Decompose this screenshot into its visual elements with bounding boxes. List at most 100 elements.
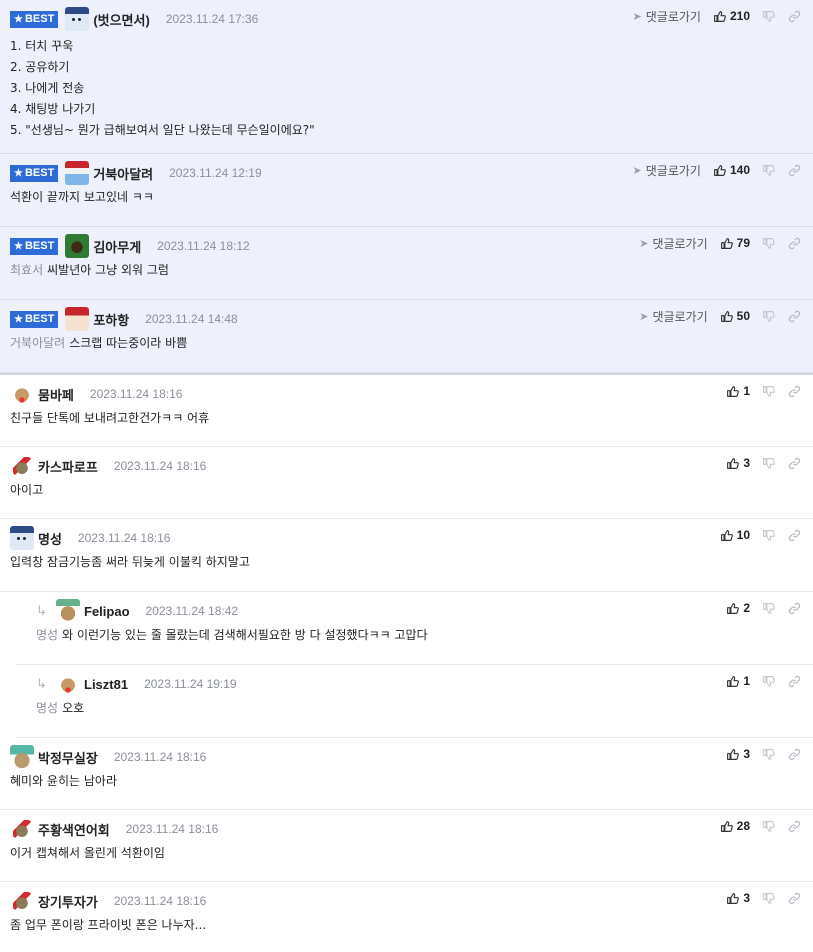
- nickname[interactable]: 명성: [38, 529, 62, 548]
- timestamp: 2023.11.24 19:19: [144, 677, 237, 691]
- reindeer-avatar[interactable]: [10, 382, 34, 406]
- mention-link[interactable]: 명성: [36, 628, 58, 642]
- reply-arrow-icon: ↳: [36, 603, 47, 619]
- comment-actions: 10: [720, 526, 801, 544]
- dislike-button[interactable]: [762, 820, 775, 833]
- comment-header: ★ BEST 거북아달려 2023.11.24 12:19: [10, 160, 262, 186]
- copy-link-button[interactable]: [788, 310, 801, 323]
- nickname[interactable]: Felipao: [84, 604, 130, 619]
- like-button[interactable]: 79: [720, 236, 750, 250]
- like-button[interactable]: 3: [726, 747, 750, 761]
- thumbs-down-icon: [762, 10, 775, 23]
- comment-body: 아이고: [10, 480, 43, 501]
- like-button[interactable]: 28: [720, 819, 750, 833]
- dislike-button[interactable]: [762, 164, 775, 177]
- copy-link-button[interactable]: [788, 164, 801, 177]
- mention-link[interactable]: 명성: [36, 701, 58, 715]
- dislike-button[interactable]: [762, 602, 775, 615]
- best-label: BEST: [24, 313, 55, 325]
- copy-link-button[interactable]: [788, 602, 801, 615]
- timestamp: 2023.11.24 14:48: [145, 312, 238, 326]
- nickname[interactable]: 장기투자가: [38, 892, 98, 911]
- comment-line: 석환이 끝까지 보고있네 ㅋㅋ: [10, 187, 154, 208]
- dislike-button[interactable]: [762, 529, 775, 542]
- like-button[interactable]: 1: [726, 674, 750, 688]
- comment-line: 거북아달려 스크랩 따는중이라 바쁨: [10, 333, 187, 354]
- link-icon: [788, 457, 801, 470]
- comment-text: 5. "선생님~ 뭔가 급해보여서 일단 나왔는데 무슨일이에요?": [10, 123, 315, 137]
- like-button[interactable]: 50: [720, 309, 750, 323]
- like-button[interactable]: 210: [713, 9, 750, 23]
- thumbs-up-icon: [720, 529, 733, 542]
- comment-actions: 28: [720, 817, 801, 835]
- nickname[interactable]: 거북아달려: [93, 164, 153, 183]
- link-icon: [788, 10, 801, 23]
- nickname[interactable]: 주황색연어회: [38, 820, 110, 839]
- nickname[interactable]: 김아무게: [93, 237, 141, 256]
- nickname[interactable]: (벗으면서): [93, 10, 150, 29]
- mention-link[interactable]: 최효서: [10, 263, 43, 277]
- comment-header: 박정무실장 2023.11.24 18:16: [10, 744, 206, 770]
- green-dog-avatar[interactable]: [65, 234, 90, 258]
- dislike-button[interactable]: [762, 748, 775, 761]
- copy-link-button[interactable]: [788, 675, 801, 688]
- comment: 박정무실장 2023.11.24 18:16 3 혜미와 윤히는 남아라: [0, 738, 813, 810]
- copy-link-button[interactable]: [788, 385, 801, 398]
- mention-link[interactable]: 거북아달려: [10, 336, 65, 350]
- santa-avatar[interactable]: [65, 161, 90, 185]
- timestamp: 2023.11.24 18:16: [113, 750, 207, 764]
- nickname[interactable]: 뭄바페: [38, 385, 74, 404]
- nickname[interactable]: Liszt81: [84, 677, 128, 692]
- best-comment: ★ BEST (벗으면서) 2023.11.24 17:36 ➤ 댓글로가기 210 1. 터…: [0, 0, 813, 154]
- comment: 주황색연어회 2023.11.24 18:16 28 이거 캡쳐해서 올린게 석환이임: [0, 810, 813, 882]
- dislike-button[interactable]: [762, 457, 775, 470]
- goto-comment-button[interactable]: ➤ 댓글로가기: [639, 308, 707, 325]
- bow-avatar[interactable]: [13, 820, 31, 838]
- snowman-avatar[interactable]: [10, 526, 34, 550]
- comment-text: 1. 터치 꾸욱: [10, 39, 74, 53]
- bow-avatar[interactable]: [13, 457, 31, 475]
- dislike-button[interactable]: [762, 675, 775, 688]
- like-button[interactable]: 1: [726, 384, 750, 398]
- copy-link-button[interactable]: [788, 748, 801, 761]
- nickname[interactable]: 카스파로프: [38, 457, 98, 476]
- snowman-avatar[interactable]: [65, 7, 90, 31]
- copy-link-button[interactable]: [788, 457, 801, 470]
- copy-link-button[interactable]: [788, 237, 801, 250]
- copy-link-button[interactable]: [788, 10, 801, 23]
- bow-avatar[interactable]: [13, 892, 31, 910]
- star-icon: ★: [14, 13, 23, 25]
- best-comment: ★ BEST 포하항 2023.11.24 14:48 ➤ 댓글로가기 50 거북아달려 스크랩…: [0, 300, 813, 373]
- dislike-button[interactable]: [762, 892, 775, 905]
- goto-comment-button[interactable]: ➤ 댓글로가기: [633, 8, 701, 25]
- comment-line: 명성 와 이런기능 있는 줄 몰랐는데 검색해서필요한 방 다 설정했다ㅋㅋ 고맙…: [36, 625, 428, 646]
- dislike-button[interactable]: [762, 10, 775, 23]
- dislike-button[interactable]: [762, 310, 775, 323]
- copy-link-button[interactable]: [788, 529, 801, 542]
- dislike-button[interactable]: [762, 385, 775, 398]
- like-button[interactable]: 3: [726, 891, 750, 905]
- best-badge: ★ BEST: [10, 310, 59, 328]
- nickname[interactable]: 박정무실장: [38, 748, 98, 767]
- santa-hat-avatar[interactable]: [65, 307, 90, 331]
- thumbs-down-icon: [762, 820, 775, 833]
- thumbs-down-icon: [762, 675, 775, 688]
- copy-link-button[interactable]: [788, 892, 801, 905]
- comment-line: 1. 터치 꾸욱: [10, 36, 315, 57]
- dislike-button[interactable]: [762, 237, 775, 250]
- thumbs-up-icon: [726, 892, 740, 905]
- nickname[interactable]: 포하항: [93, 310, 129, 329]
- like-button[interactable]: 140: [713, 163, 750, 177]
- like-button[interactable]: 3: [726, 456, 750, 470]
- hat-avatar[interactable]: [10, 745, 34, 769]
- thumbs-down-icon: [762, 529, 775, 542]
- copy-link-button[interactable]: [788, 820, 801, 833]
- pug-avatar[interactable]: [56, 599, 80, 623]
- goto-comment-button[interactable]: ➤ 댓글로가기: [633, 162, 701, 179]
- like-button[interactable]: 2: [726, 601, 750, 615]
- best-label: BEST: [24, 167, 55, 179]
- goto-comment-button[interactable]: ➤ 댓글로가기: [639, 235, 707, 252]
- timestamp: 2023.11.24 18:42: [145, 604, 239, 618]
- like-button[interactable]: 10: [720, 528, 750, 542]
- reindeer-avatar[interactable]: [56, 672, 80, 696]
